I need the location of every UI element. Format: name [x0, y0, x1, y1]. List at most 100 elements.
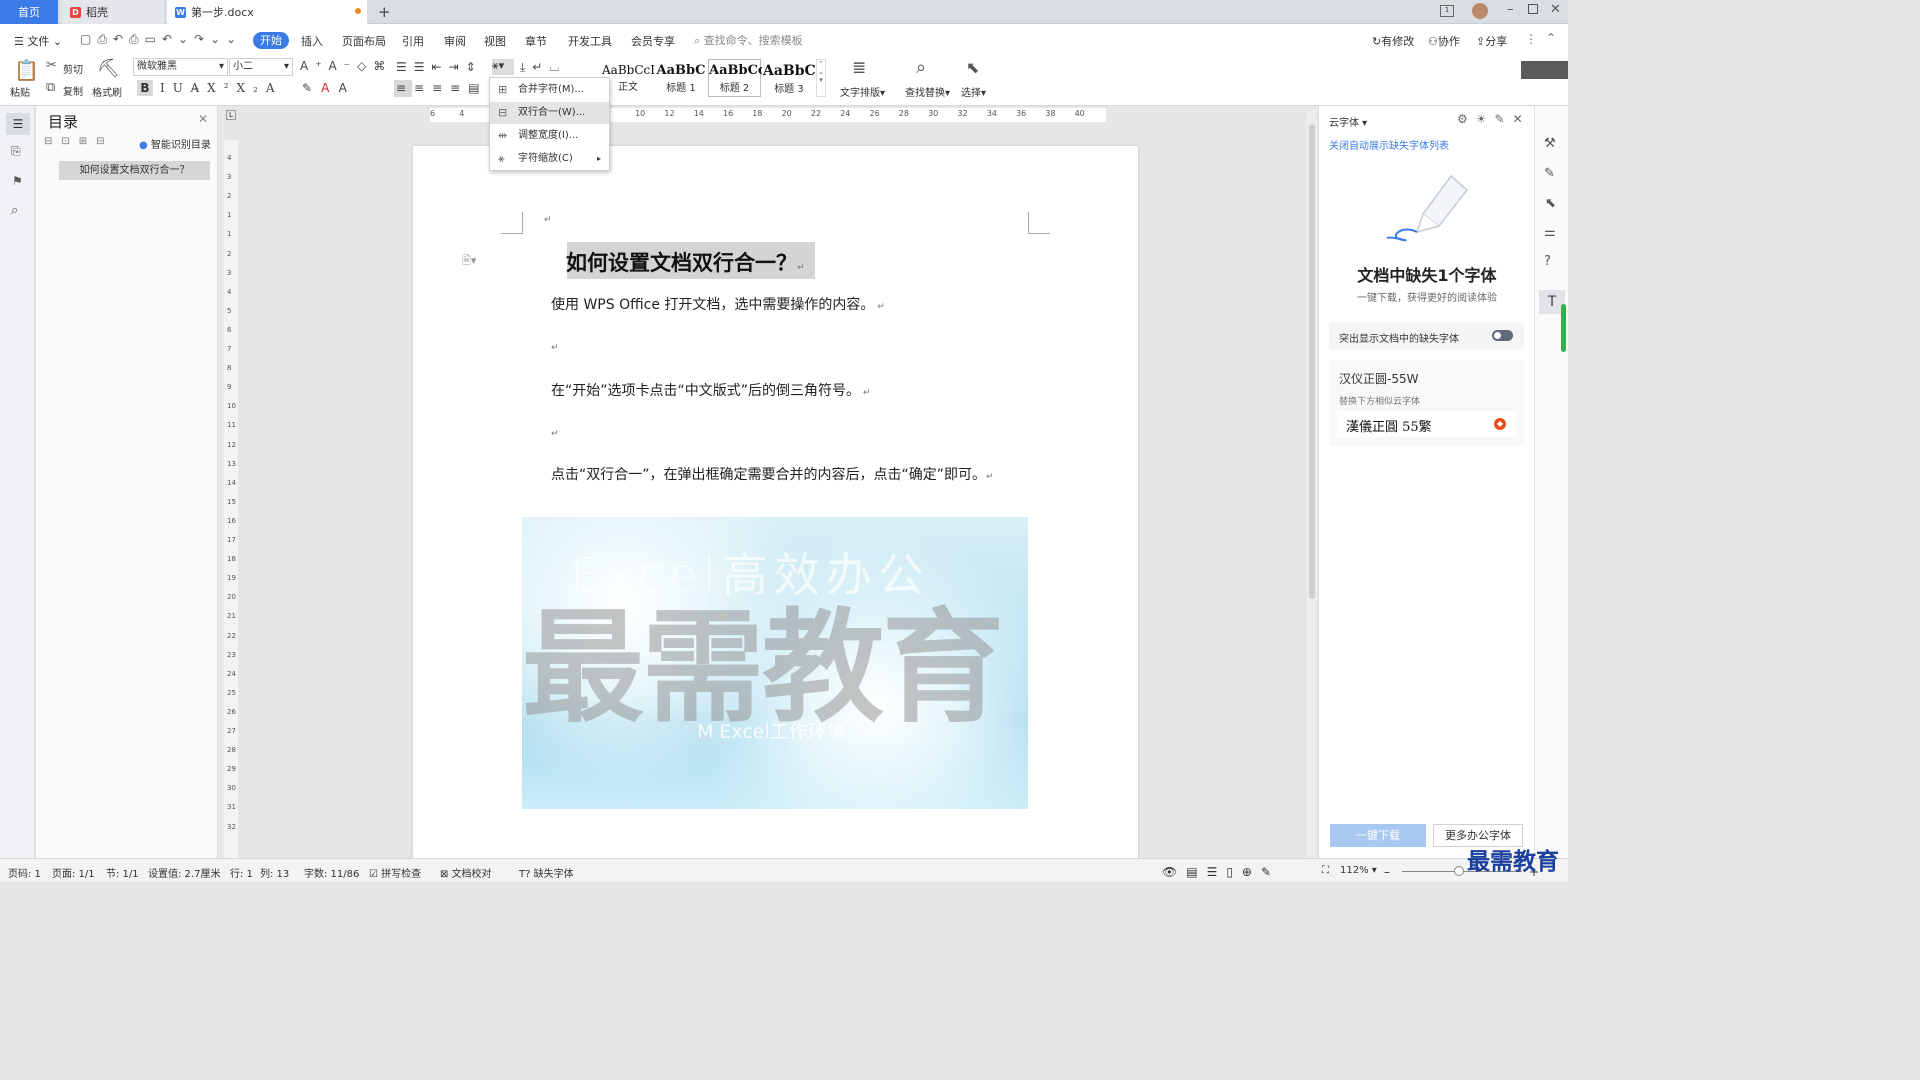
document-page[interactable]: ↵ 🗎▾ 如何设置文档双行合一？↵ 使用 WPS Office 打开文档，选中需…	[413, 146, 1138, 858]
font-name-select[interactable]: 微软雅黑 ▾	[133, 58, 228, 76]
paragraph-1[interactable]: 使用 WPS Office 打开文档，选中需要操作的内容。 ↵	[551, 294, 885, 314]
vertical-ruler-tick-label: 2	[227, 249, 232, 258]
adjust-width-item[interactable]: ⇹ 调整宽度(I)...	[490, 125, 609, 147]
close-window-icon[interactable]: ✕	[1550, 2, 1561, 17]
bookmark-icon[interactable]: ⚑	[12, 174, 23, 188]
paste-icon[interactable]: 📋	[14, 58, 39, 82]
status-word-count[interactable]: 字数: 11/86	[304, 865, 359, 880]
new-tab-icon[interactable]: +	[378, 3, 391, 21]
window-layout-icon[interactable]: 1	[1440, 5, 1454, 17]
merge-characters-item[interactable]: ⊞ 合并字符(M)...	[490, 79, 609, 101]
spell-check-button[interactable]: ☑ 拼写检查	[369, 865, 421, 880]
format-painter-icon[interactable]: ⛏	[97, 58, 120, 79]
replacement-font-option[interactable]: 漢儀正圓 55繁 ◆	[1337, 411, 1516, 437]
menu-developer[interactable]: 开发工具	[568, 33, 612, 49]
zoom-slider-handle[interactable]	[1454, 866, 1464, 876]
missing-font-button[interactable]: T? 缺失字体	[519, 865, 574, 880]
font-size-adjust-icons[interactable]: A⁺A⁻◇⌘	[300, 59, 392, 73]
scrollbar-thumb[interactable]	[1309, 124, 1315, 599]
paragraph-3[interactable]: 点击“双行合一”，在弹出框确定需要合并的内容后，点击“确定”即可。↵	[551, 464, 994, 484]
tab-home[interactable]: 首页	[0, 0, 58, 24]
ribbon-scroll-widget[interactable]	[1521, 61, 1568, 79]
smart-toc-icon: ●	[139, 140, 148, 151]
character-scale-item[interactable]: ⚹ 字符缩放(C) ▸	[490, 148, 609, 170]
restore-icon[interactable]	[1528, 4, 1538, 14]
tab-stop-icon[interactable]: L	[226, 110, 236, 120]
alignment-icons[interactable]: ≡≡≡≡▤	[396, 81, 488, 95]
cut-icon[interactable]: ✂	[46, 58, 57, 73]
settings-sliders-icon[interactable]: ⚌	[1544, 225, 1556, 240]
toc-entry[interactable]: 如何设置文档双行合一？	[59, 161, 210, 180]
menu-insert[interactable]: 插入	[301, 33, 323, 49]
menu-page-layout[interactable]: 页面布局	[342, 33, 386, 49]
text-format-icons[interactable]: IUA̶X²X₂A	[160, 81, 283, 95]
vertical-ruler-tick-label: 30	[227, 784, 236, 793]
document-title[interactable]: 如何设置文档双行合一？↵	[566, 247, 805, 277]
quick-access-icons[interactable]: ▢⎙↶⎙▭↶⌄↷⌄⌄	[80, 32, 242, 47]
menu-member[interactable]: 会员专享	[631, 33, 675, 49]
list-indent-icons[interactable]: ☰☰⇤⇥⇕	[396, 60, 483, 74]
avatar[interactable]	[1472, 3, 1488, 19]
style-heading-1[interactable]: AaBbC 标题 1	[655, 59, 707, 97]
more-menu-icon[interactable]: ⋮	[1525, 32, 1537, 46]
collapse-ribbon-icon[interactable]: ⌃	[1546, 31, 1556, 45]
view-mode-icons[interactable]: 👁▤☰▯⊕✎	[1162, 865, 1280, 879]
collaborate-button[interactable]: ⚇协作	[1428, 33, 1460, 49]
menu-references[interactable]: 引用	[402, 33, 424, 49]
bold-icon[interactable]: B	[137, 80, 153, 96]
toc-expand-icons[interactable]: ⊟⊡⊞⊟	[44, 136, 114, 147]
command-search[interactable]: ⌕ 查找命令、搜索模板	[694, 32, 803, 48]
share-button[interactable]: ⇪分享	[1476, 33, 1507, 49]
format-painter-button[interactable]: 格式刷	[92, 84, 122, 99]
document-scrollbar[interactable]	[1307, 110, 1317, 858]
select-cursor-icon[interactable]: ⬉	[966, 58, 979, 77]
cloud-font-header[interactable]: 云字体 ▾	[1329, 114, 1367, 129]
paragraph-2[interactable]: 在“开始”选项卡点击“中文版式”后的倒三角符号。 ↵	[551, 380, 870, 400]
text-layout-icon[interactable]: ≣	[852, 58, 866, 78]
search-nav-icon[interactable]: ⌕	[11, 203, 18, 218]
menu-chapter[interactable]: 章节	[525, 33, 547, 49]
fit-page-icon[interactable]: ⛶	[1322, 865, 1329, 876]
menu-review[interactable]: 审阅	[444, 33, 466, 49]
help-icon[interactable]: ?	[1544, 254, 1551, 269]
chapter-nav-icon[interactable]: ⎘	[11, 144, 21, 159]
zoom-out-icon[interactable]: –	[1384, 865, 1390, 879]
menu-file[interactable]: ☰ 文件 ⌄	[14, 33, 62, 49]
two-lines-in-one-item[interactable]: ⊟ 双行合一(W)...	[490, 102, 609, 124]
toc-nav-icon[interactable]: ☰	[6, 113, 30, 135]
copy-button[interactable]: 复制	[63, 83, 83, 98]
find-icon[interactable]: ⌕	[916, 57, 926, 78]
panel-tool-icons[interactable]: ⚙☀✎✕	[1457, 112, 1531, 126]
tab-daoke[interactable]: D 稻壳	[62, 0, 164, 24]
minimize-icon[interactable]: –	[1507, 2, 1514, 17]
zoom-level[interactable]: 112% ▾	[1340, 865, 1377, 876]
styles-more-icon[interactable]: ⌃ ⌄ ▾	[816, 59, 826, 97]
toc-close-icon[interactable]: ✕	[198, 112, 208, 126]
highlight-missing-toggle[interactable]	[1492, 330, 1513, 341]
pen-icon[interactable]: ✎	[1544, 166, 1555, 181]
document-image[interactable]: Excel高效办公 最需教育 M Excel工作环境	[522, 517, 1028, 809]
smart-toc-button[interactable]: ● 智能识别目录	[139, 136, 211, 151]
find-replace-button[interactable]: 查找替换▾	[905, 84, 950, 99]
proofread-button[interactable]: ⊠ 文档校对	[440, 865, 492, 880]
style-heading-3[interactable]: AaBbC 标题 3	[762, 59, 816, 97]
copy-icon[interactable]: ⧉	[46, 80, 55, 95]
highlight-color-icons[interactable]: ✎AA	[302, 81, 356, 95]
style-heading-2[interactable]: AaBbCc 标题 2	[708, 59, 766, 97]
cursor-icon[interactable]: ⬉	[1545, 196, 1556, 211]
menu-start[interactable]: 开始	[253, 32, 289, 49]
tab-document[interactable]: W 第一步.docx	[167, 0, 367, 24]
modify-button[interactable]: ↻有修改	[1372, 33, 1414, 49]
paste-label[interactable]: 粘贴	[10, 84, 30, 99]
cut-button[interactable]: 剪切	[63, 61, 83, 76]
text-layout-button[interactable]: 文字排版▾	[840, 84, 885, 99]
download-button[interactable]: 一键下载	[1330, 824, 1426, 847]
menu-view[interactable]: 视图	[484, 33, 506, 49]
paragraph-options-icon[interactable]: 🗎▾	[462, 252, 476, 271]
paint-icon[interactable]: ⚒	[1544, 136, 1556, 151]
paragraph-icons[interactable]: ⤓↵⌴	[520, 60, 566, 75]
chinese-layout-button[interactable]: ⚹▾	[492, 59, 514, 75]
font-size-select[interactable]: 小二 ▾	[229, 58, 293, 76]
select-button[interactable]: 选择▾	[961, 84, 986, 99]
close-auto-show-link[interactable]: 关闭自动展示缺失字体列表	[1329, 137, 1449, 152]
